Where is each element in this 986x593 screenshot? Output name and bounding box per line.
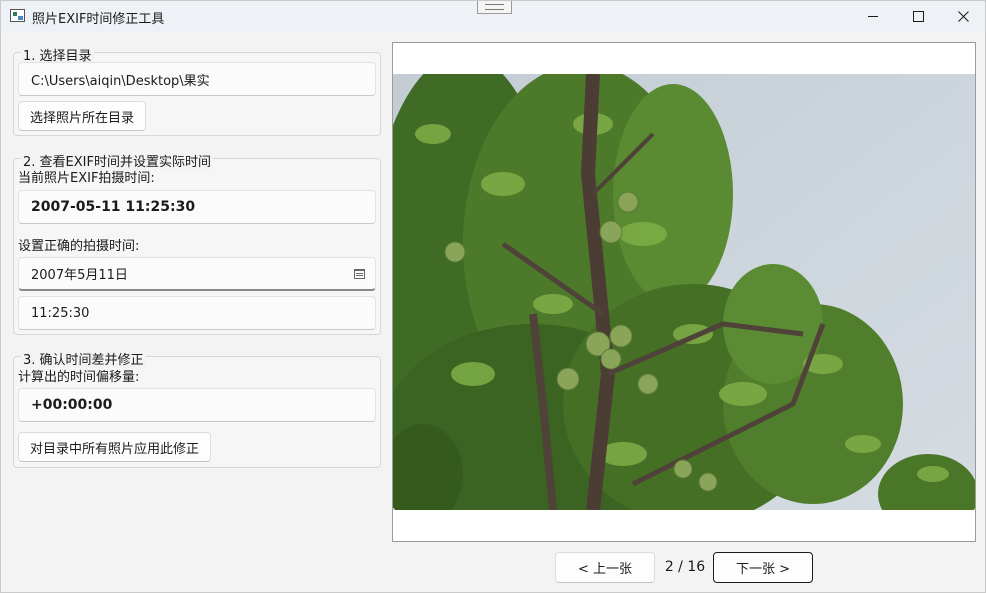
next-photo-button[interactable]: 下一张 > — [713, 552, 813, 583]
date-picker-value: 2007年5月11日 — [31, 268, 128, 283]
calendar-icon[interactable] — [354, 269, 365, 279]
page-indicator: 2 / 16 — [664, 559, 706, 575]
window-title: 照片EXIF时间修正工具 — [32, 12, 165, 27]
exif-time-group: 2. 查看EXIF时间并设置实际时间 当前照片EXIF拍摄时间: 2007-05… — [13, 151, 381, 335]
minimize-button[interactable] — [850, 1, 896, 32]
correct-time-label: 设置正确的拍摄时间: — [18, 239, 140, 254]
confirm-offset-group: 3. 确认时间差并修正 计算出的时间偏移量: +00:00:00 对目录中所有照… — [13, 349, 381, 468]
photo-app-icon — [10, 9, 25, 22]
photo-preview-image — [393, 74, 975, 510]
select-directory-group: 1. 选择目录 C:\Users\aiqin\Desktop\果实 选择照片所在… — [13, 45, 381, 136]
photo-preview-frame — [392, 42, 976, 542]
close-button[interactable] — [940, 1, 986, 32]
close-icon — [957, 11, 969, 22]
choose-directory-button[interactable]: 选择照片所在目录 — [18, 101, 147, 131]
drag-handle[interactable] — [477, 1, 512, 14]
title-bar[interactable]: 照片EXIF时间修正工具 — [1, 1, 985, 32]
offset-label: 计算出的时间偏移量: — [18, 370, 140, 385]
offset-value: +00:00:00 — [18, 388, 376, 422]
fruit-tree-photo — [393, 74, 975, 510]
exif-time-label: 当前照片EXIF拍摄时间: — [18, 171, 155, 186]
exif-time-value[interactable]: 2007-05-11 11:25:30 — [18, 190, 376, 224]
apply-correction-button[interactable]: 对目录中所有照片应用此修正 — [18, 432, 212, 462]
directory-path-field[interactable]: C:\Users\aiqin\Desktop\果实 — [18, 62, 376, 96]
app-window: 照片EXIF时间修正工具 1. 选择目录 C:\Users\aiqin\Desk… — [0, 0, 986, 593]
maximize-button[interactable] — [895, 1, 941, 32]
previous-photo-button[interactable]: < 上一张 — [555, 552, 655, 583]
date-picker[interactable]: 2007年5月11日 — [18, 257, 376, 291]
time-picker[interactable]: 11:25:30 — [18, 296, 376, 330]
